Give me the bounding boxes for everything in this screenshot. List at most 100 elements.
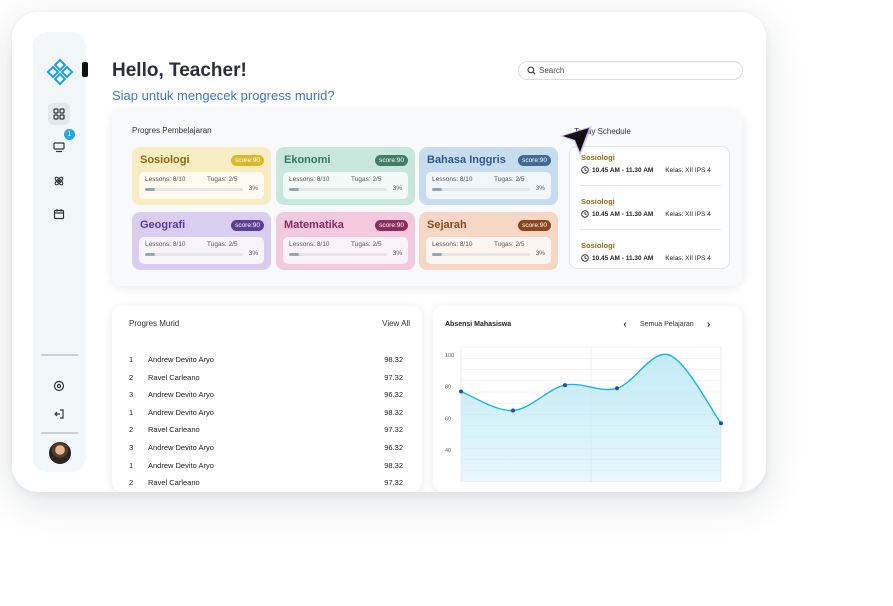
sidebar-item-settings[interactable] (48, 375, 70, 397)
student-rank: 1 (129, 460, 134, 470)
student-name: Andrew Devito Aryo (148, 460, 214, 470)
lessons-count: Lessons: 8/10 (145, 241, 186, 248)
table-row[interactable]: 3 Andrew Devito Aryo 96.32 (129, 443, 403, 457)
score-badge: score:90 (231, 220, 264, 231)
schedule-item[interactable]: Sosiologi 10.45 AM - 11.30 AM Kelas: XII… (581, 197, 721, 218)
assignments-count: Tugas: 2/5 (494, 176, 525, 183)
cursor-arrow-icon (560, 126, 592, 156)
course-name: Sosiologi (140, 154, 190, 166)
sidebar-item-subjects[interactable] (48, 170, 70, 192)
page-title: Hello, Teacher! (112, 60, 247, 81)
student-score: 97.32 (384, 372, 403, 382)
student-rank: 1 (129, 355, 134, 364)
chevron-left-icon[interactable]: ‹ (620, 319, 630, 330)
score-badge: score:90 (375, 220, 408, 231)
student-rank: 3 (129, 390, 134, 400)
table-row[interactable]: 2 Ravel Carleano 97.32 (129, 373, 403, 387)
lessons-count: Lessons: 8/10 (289, 176, 330, 183)
progress-bar (145, 253, 243, 256)
schedule-time: 10.45 AM - 11.30 AM (592, 210, 654, 218)
clock-icon (581, 166, 589, 174)
avatar[interactable] (49, 442, 71, 464)
schedule-subject: Sosiologi (581, 241, 615, 250)
schedule-class: Kelas: XII IPS 4 (665, 210, 711, 218)
student-name: Andrew Devito Aryo (148, 407, 214, 417)
student-name: Andrew Devito Aryo (148, 390, 214, 400)
course-stats: Lessons: 8/10 Tugas: 2/5 3% (283, 172, 408, 199)
app-logo-icon[interactable] (46, 58, 74, 86)
schedule-card: Sosiologi 10.45 AM - 11.30 AM Kelas: XII… (569, 146, 730, 269)
table-row[interactable]: 2 Ravel Carleano 97.32 (129, 425, 403, 439)
score-badge: score:90 (231, 155, 264, 166)
table-row[interactable]: 2 Ravel Carleano 97.32 (129, 478, 403, 492)
student-name: Ravel Carleano (148, 372, 200, 382)
course-card[interactable]: Bahasa Inggris score:90 Lessons: 8/10 Tugas… (419, 147, 558, 205)
student-name: Andrew Devito Aryo (148, 443, 214, 452)
grid-icon (53, 108, 65, 120)
notification-badge: 1 (64, 129, 75, 140)
course-card[interactable]: Geografi score:90 Lessons: 8/10 Tugas: 2/5 3… (132, 212, 271, 270)
monitor-icon (53, 142, 65, 153)
course-name: Sejarah (427, 219, 467, 231)
sidebar-divider (41, 432, 78, 434)
table-row[interactable]: 1 Andrew Devito Aryo 98.32 (129, 355, 403, 369)
progress-percent: 3% (248, 250, 258, 257)
clock-icon (581, 210, 589, 218)
student-progress-title: Progres Murid (129, 319, 180, 328)
lessons-count: Lessons: 8/10 (145, 176, 186, 183)
schedule-item[interactable]: Sosiologi 10.45 AM - 11.30 AM Kelas: XII… (581, 153, 721, 174)
y-tick-label: 100 (445, 353, 454, 359)
data-point (511, 408, 515, 413)
student-name: Ravel Carleano (148, 425, 200, 435)
score-badge: score:90 (375, 155, 408, 166)
student-rank: 2 (129, 478, 134, 488)
search-icon (527, 66, 536, 75)
student-score: 97.32 (384, 478, 403, 488)
assignments-count: Tugas: 2/5 (351, 241, 382, 248)
sidebar-item-dashboard[interactable] (48, 103, 70, 125)
progress-bar-fill (145, 188, 155, 191)
schedule-time: 10.45 AM - 11.30 AM (592, 254, 654, 262)
progress-bar-fill (289, 253, 299, 256)
table-row[interactable]: 3 Andrew Devito Aryo 96.32 (129, 390, 403, 404)
subject-filter-label[interactable]: Semua Pelajaran (640, 321, 694, 328)
course-card[interactable]: Ekonomi score:90 Lessons: 8/10 Tugas: 2/5 3% (276, 147, 415, 205)
attendance-title: Absensi Mahasiswa (445, 321, 512, 328)
table-row[interactable]: 1 Andrew Devito Aryo 98.32 (129, 461, 403, 475)
attendance-chart: 100 80 60 40 (445, 346, 723, 482)
course-stats: Lessons: 8/10 Tugas: 2/5 3% (139, 172, 264, 199)
schedule-subject: Sosiologi (581, 197, 615, 206)
student-score: 96.32 (384, 390, 403, 400)
sidebar-collapse-toggle[interactable] (82, 62, 88, 77)
course-card[interactable]: Sejarah score:90 Lessons: 8/10 Tugas: 2/5 3% (419, 212, 558, 270)
assignments-count: Tugas: 2/5 (207, 241, 238, 248)
course-card[interactable]: Sosiologi score:90 Lessons: 8/10 Tugas: 2/5… (132, 147, 271, 205)
schedule-class: Kelas: XII IPS 4 (665, 166, 711, 174)
assignments-count: Tugas: 2/5 (351, 176, 382, 183)
progress-bar (432, 188, 530, 191)
chevron-right-icon[interactable]: › (704, 319, 714, 330)
schedule-item[interactable]: Sosiologi 10.45 AM - 11.30 AM Kelas: XII… (581, 241, 721, 262)
student-progress-panel: Progres Murid View All 1 Andrew Devito Ar… (112, 306, 422, 492)
schedule-time: 10.45 AM - 11.30 AM (592, 166, 654, 174)
view-all-link[interactable]: View All (382, 319, 410, 328)
course-card[interactable]: Matematika score:90 Lessons: 8/10 Tugas: 2/… (276, 212, 415, 270)
search-input[interactable]: Search (518, 61, 743, 80)
progress-bar (432, 253, 530, 256)
calendar-icon (53, 209, 65, 220)
table-row[interactable]: 1 Andrew Devito Aryo 98.32 (129, 408, 403, 422)
sidebar-item-classes[interactable]: 1 (48, 129, 75, 158)
attendance-chart-panel: Absensi Mahasiswa ‹ Semua Pelajaran › 10… (433, 306, 742, 492)
sidebar-item-calendar[interactable] (48, 203, 70, 225)
progress-percent: 3% (392, 185, 402, 192)
progress-bar-fill (432, 188, 442, 191)
progress-bar (289, 253, 387, 256)
settings-icon (53, 380, 65, 392)
lessons-count: Lessons: 8/10 (289, 241, 330, 248)
progress-percent: 3% (248, 185, 258, 192)
progress-bar-fill (145, 253, 155, 256)
progress-percent: 3% (535, 185, 545, 192)
course-stats: Lessons: 8/10 Tugas: 2/5 3% (139, 237, 264, 264)
student-rank: 2 (129, 372, 134, 382)
sidebar-item-logout[interactable] (48, 403, 70, 425)
